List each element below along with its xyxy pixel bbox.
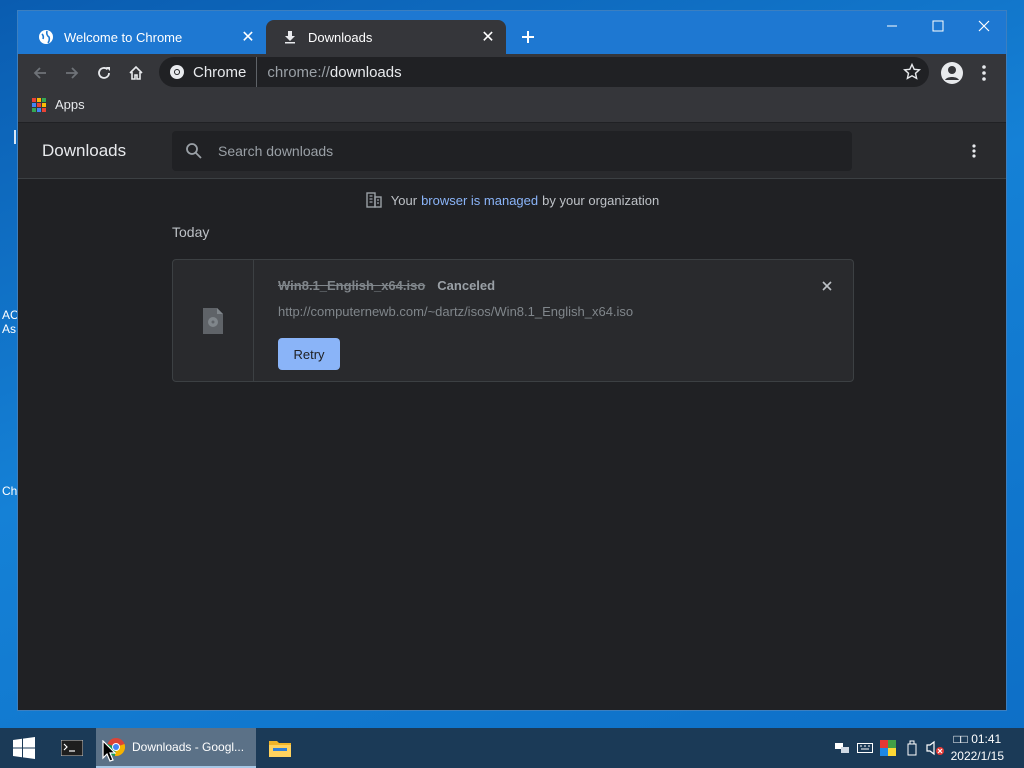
- building-icon: [366, 192, 382, 208]
- taskbar-clock[interactable]: □□ 01:41 2022/1/15: [951, 731, 1004, 765]
- page-title: Downloads: [42, 141, 127, 160]
- desktop-icon-fragment: [14, 130, 16, 144]
- terminal-icon: [61, 740, 83, 756]
- clock-time: □□ 01:41: [953, 732, 1002, 746]
- folder-icon: [269, 741, 291, 757]
- managed-link[interactable]: browser is managed: [421, 193, 538, 208]
- tab-downloads[interactable]: Downloads ✕: [266, 20, 506, 54]
- file-name[interactable]: Win8.1_English_x64.iso: [278, 278, 425, 293]
- close-tab-icon[interactable]: ✕: [478, 27, 498, 47]
- search-input[interactable]: [218, 143, 778, 159]
- url-text[interactable]: chrome://downloads: [257, 64, 401, 81]
- start-button[interactable]: [0, 728, 48, 768]
- minimize-button[interactable]: [869, 11, 915, 41]
- download-item: Win8.1_English_x64.iso Canceled http://c…: [172, 259, 854, 382]
- download-icon: [282, 29, 298, 45]
- close-tab-icon[interactable]: ✕: [238, 27, 258, 47]
- download-status: Canceled: [437, 278, 496, 293]
- taskbar-chrome-label: Downloads - Googl...: [132, 740, 245, 754]
- file-icon-column: [173, 260, 254, 381]
- volume-muted-icon[interactable]: [926, 738, 946, 758]
- address-bar[interactable]: Chrome chrome://downloads: [159, 57, 929, 87]
- remove-download-button[interactable]: [817, 276, 837, 296]
- taskbar-terminal[interactable]: [48, 728, 96, 768]
- managed-prefix: Your: [390, 192, 418, 208]
- date-section-label: Today: [172, 224, 210, 240]
- browser-menu-button[interactable]: [971, 60, 997, 86]
- browser-toolbar: Chrome chrome://downloads: [18, 54, 1006, 91]
- tab-title: Welcome to Chrome: [64, 29, 183, 45]
- windows-logo-icon: [13, 737, 35, 759]
- managed-suffix: by your organization: [542, 192, 660, 208]
- tab-title: Downloads: [308, 29, 373, 45]
- file-icon: [203, 307, 223, 334]
- desktop-icon-label[interactable]: Ch: [2, 484, 17, 498]
- taskbar-file-explorer[interactable]: [256, 728, 304, 768]
- search-icon: [186, 143, 202, 159]
- file-name-row: Win8.1_English_x64.iso Canceled: [278, 278, 495, 293]
- mouse-cursor-icon: [102, 740, 116, 762]
- apps-shortcut[interactable]: Apps: [32, 97, 85, 112]
- file-url[interactable]: http://computernewb.com/~dartz/isos/Win8…: [278, 304, 633, 319]
- back-button[interactable]: [27, 60, 53, 86]
- profile-avatar[interactable]: [939, 60, 965, 86]
- url-host: downloads: [329, 63, 402, 81]
- downloads-header: Downloads: [18, 123, 1006, 179]
- managed-notice: Your browser is managed by your organiza…: [18, 191, 1006, 209]
- taskbar-chrome[interactable]: Downloads - Googl...: [96, 728, 256, 768]
- bookmark-star-icon[interactable]: [903, 63, 921, 81]
- downloads-menu-button[interactable]: [964, 141, 984, 161]
- close-window-button[interactable]: [961, 11, 1006, 41]
- reload-button[interactable]: [91, 60, 117, 86]
- taskbar: Downloads - Googl... □□ 01:41 2022/1/15: [0, 728, 1024, 768]
- tab-welcome[interactable]: Welcome to Chrome ✕: [22, 20, 266, 54]
- search-box[interactable]: [172, 131, 852, 171]
- chrome-logo-icon: [170, 65, 184, 79]
- new-tab-button[interactable]: [516, 25, 540, 49]
- site-chip-label: Chrome: [193, 63, 247, 81]
- maximize-button[interactable]: [915, 11, 961, 41]
- globe-icon: [38, 29, 54, 45]
- home-button[interactable]: [123, 60, 149, 86]
- clock-date: 2022/1/15: [950, 749, 1004, 763]
- bookmarks-bar: Apps: [18, 91, 1006, 123]
- keyboard-icon[interactable]: [855, 738, 875, 758]
- title-bar[interactable]: Welcome to Chrome ✕ Downloads ✕: [18, 11, 1006, 54]
- desktop-icon-label[interactable]: As: [2, 322, 16, 336]
- close-icon: [822, 281, 832, 291]
- network-icon[interactable]: [832, 738, 852, 758]
- apps-label: Apps: [55, 97, 85, 112]
- forward-button[interactable]: [59, 60, 85, 86]
- apps-grid-icon: [32, 97, 46, 112]
- usb-drive-icon[interactable]: [902, 738, 922, 758]
- chrome-window: Welcome to Chrome ✕ Downloads ✕ Chrome c…: [17, 10, 1007, 711]
- color-app-icon[interactable]: [878, 738, 898, 758]
- retry-button[interactable]: Retry: [278, 338, 340, 370]
- site-info-chip[interactable]: Chrome: [159, 57, 258, 87]
- url-scheme: chrome://: [267, 63, 330, 81]
